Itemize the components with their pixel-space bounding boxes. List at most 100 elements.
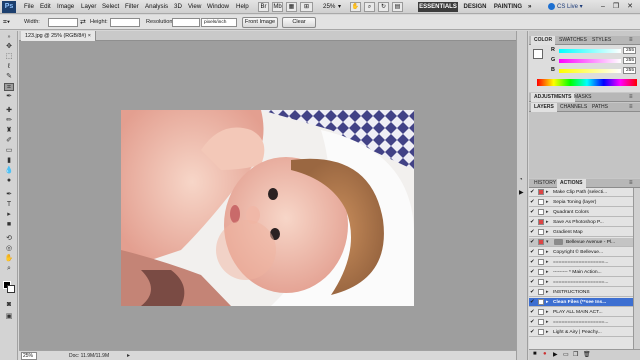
background-color-swatch[interactable] [7, 285, 15, 293]
photo-canvas[interactable] [121, 110, 414, 306]
play-icon[interactable]: ▶ [553, 351, 558, 358]
g-value[interactable]: 255 [623, 57, 636, 64]
zoom-dropdown-icon[interactable]: ▾ [338, 2, 341, 12]
action-toggle-icon[interactable]: ✔ [530, 229, 536, 235]
zoom-level-icon[interactable]: ⊞ [300, 2, 313, 12]
expand-triangle-icon[interactable]: ▸ [546, 328, 549, 337]
delete-icon[interactable]: 🗑 [583, 351, 591, 358]
3d-orbit-tool-icon[interactable]: ◎ [4, 245, 14, 253]
dialog-toggle-icon[interactable] [538, 239, 544, 245]
dialog-toggle-icon[interactable] [538, 289, 544, 295]
workspace-design[interactable]: DESIGN [460, 2, 490, 12]
document-tab[interactable]: 123.jpg @ 25% (RGB/8#) × [21, 31, 96, 41]
color-fg-swatch[interactable] [533, 49, 543, 59]
action-toggle-icon[interactable]: ✔ [530, 219, 536, 225]
action-row[interactable]: ✔ ▸ --------- * Main Action... [529, 268, 633, 277]
healing-brush-tool-icon[interactable]: ✚ [4, 107, 14, 115]
minibridge-button[interactable]: Mb [272, 2, 283, 12]
tab-history[interactable]: HISTORY [531, 179, 559, 188]
marquee-tool-icon[interactable]: ⬚ [4, 53, 14, 61]
crop-tool-preset-icon[interactable]: ⌗▾ [3, 18, 15, 27]
action-toggle-icon[interactable]: ✔ [530, 309, 536, 315]
zoom-tool-icon[interactable]: ⌕ [4, 265, 14, 273]
expand-triangle-icon[interactable]: ▸ [546, 268, 549, 277]
menu-layer[interactable]: Layer [81, 2, 96, 12]
action-toggle-icon[interactable]: ✔ [530, 279, 536, 285]
eraser-tool-icon[interactable]: ▭ [4, 147, 14, 155]
actions-scrollbar[interactable] [633, 188, 640, 349]
action-row[interactable]: ✔ ▸ ==================... [529, 278, 633, 287]
action-toggle-icon[interactable]: ✔ [530, 239, 536, 245]
stop-icon[interactable]: ■ [533, 351, 537, 357]
path-select-tool-icon[interactable]: ▸ [4, 211, 14, 219]
dialog-toggle-icon[interactable] [538, 189, 544, 195]
expand-triangle-icon[interactable]: ▸ [546, 318, 549, 327]
dialog-toggle-icon[interactable] [538, 259, 544, 265]
dialog-toggle-icon[interactable] [538, 209, 544, 215]
expand-triangle-icon[interactable]: ▸ [546, 208, 549, 217]
dialog-toggle-icon[interactable] [538, 319, 544, 325]
record-icon[interactable]: ● [543, 351, 547, 357]
tab-actions[interactable]: ACTIONS [557, 179, 586, 188]
expand-triangle-icon[interactable]: ▸ [546, 258, 549, 267]
crop-tool-icon[interactable]: ⌗ [4, 83, 14, 91]
menu-file[interactable]: File [24, 2, 34, 12]
tab-masks[interactable]: MASKS [571, 93, 595, 102]
menu-window[interactable]: Window [207, 2, 229, 12]
menubar-zoom[interactable]: 25% [323, 2, 335, 12]
workspace-essentials[interactable]: ESSENTIALS [418, 2, 458, 12]
r-value[interactable]: 255 [623, 47, 636, 54]
tab-channels[interactable]: CHANNELS [557, 103, 590, 112]
dodge-tool-icon[interactable]: ● [4, 177, 14, 185]
action-toggle-icon[interactable]: ✔ [530, 189, 536, 195]
expand-triangle-icon[interactable]: ▸ [546, 288, 549, 297]
3d-rotate-tool-icon[interactable]: ⟲ [4, 235, 14, 243]
action-toggle-icon[interactable]: ✔ [530, 299, 536, 305]
action-row[interactable]: ✔ ▸ Gradient Map [529, 228, 633, 237]
tab-styles[interactable]: STYLES [589, 36, 614, 45]
move-tool-icon[interactable]: ✥ [4, 43, 14, 51]
history-brush-tool-icon[interactable]: ✐ [4, 137, 14, 145]
action-toggle-icon[interactable]: ✔ [530, 289, 536, 295]
b-value[interactable]: 255 [623, 67, 636, 74]
adjustments-panel-menu-icon[interactable]: ≡ [629, 94, 633, 100]
tab-layers[interactable]: LAYERS [531, 103, 557, 112]
menu-view[interactable]: View [188, 2, 201, 12]
arrange-documents-icon[interactable]: ▤ [392, 2, 403, 12]
action-toggle-icon[interactable]: ✔ [530, 249, 536, 255]
dialog-toggle-icon[interactable] [538, 299, 544, 305]
action-row[interactable]: ✔ ▸ Light & Airy | Peachy... [529, 328, 633, 337]
dialog-toggle-icon[interactable] [538, 279, 544, 285]
status-zoom-field[interactable]: 25% [21, 352, 37, 360]
toolbox-collapse-icon[interactable]: » [4, 33, 14, 41]
collapse-triangle-icon[interactable]: ▾ [546, 238, 549, 247]
action-row[interactable]: ✔ ▸ PLAY ALL MAIN ACT... [529, 308, 633, 317]
tab-color[interactable]: COLOR [531, 36, 556, 45]
action-row-selected[interactable]: ✔ ▸ Clean Files (**see Ins... [529, 298, 633, 307]
close-icon[interactable]: ✕ [625, 2, 635, 11]
menu-analysis[interactable]: Analysis [145, 2, 168, 12]
workspace-painting[interactable]: PAINTING [492, 2, 524, 12]
clone-stamp-tool-icon[interactable]: ♜ [4, 127, 14, 135]
hand-tool-icon[interactable]: ✋ [350, 2, 361, 12]
menu-image[interactable]: Image [57, 2, 74, 12]
resolution-input[interactable] [172, 18, 200, 27]
menu-3d[interactable]: 3D [174, 2, 182, 12]
zoom-tool-icon[interactable]: ⌕ [364, 2, 375, 12]
clear-button[interactable]: Clear [282, 17, 316, 28]
menu-filter[interactable]: Filter [125, 2, 139, 12]
action-row[interactable]: ✔ ▸ INSTRUCTIONS [529, 288, 633, 297]
action-toggle-icon[interactable]: ✔ [530, 209, 536, 215]
expand-triangle-icon[interactable]: ▸ [546, 218, 549, 227]
dialog-toggle-icon[interactable] [538, 269, 544, 275]
expand-triangle-icon[interactable]: ▸ [546, 298, 549, 307]
restore-icon[interactable]: ❐ [611, 2, 621, 11]
actions-panel-icon[interactable]: ▶ [519, 189, 524, 196]
action-row[interactable]: ✔ ▸ Make Clip Path (selecti... [529, 188, 633, 197]
dialog-toggle-icon[interactable] [538, 199, 544, 205]
menu-select[interactable]: Select [102, 2, 119, 12]
bridge-button[interactable]: Br [258, 2, 269, 12]
height-input[interactable] [110, 18, 140, 27]
r-slider[interactable] [559, 49, 621, 53]
minimize-icon[interactable]: – [598, 2, 608, 11]
